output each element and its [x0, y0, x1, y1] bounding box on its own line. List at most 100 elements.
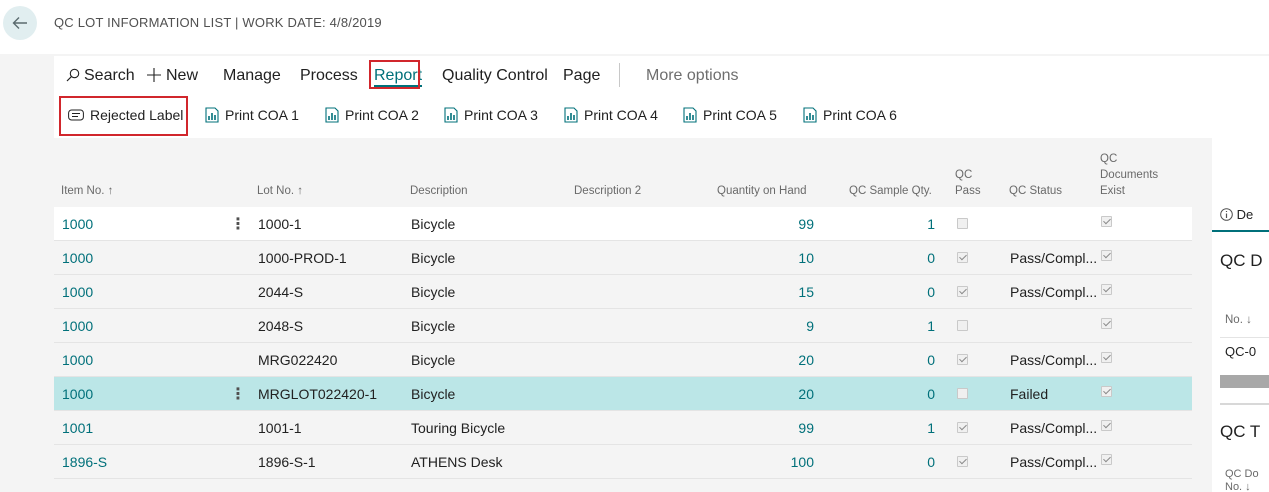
column-header-description-2[interactable]: Description 2 [574, 183, 641, 199]
print-coa-3-action[interactable]: Print COA 3 [444, 107, 538, 123]
report-icon [444, 107, 458, 123]
item-no-cell[interactable]: 1000 [62, 352, 93, 368]
qc-documents-exist-checkbox[interactable] [1101, 318, 1112, 329]
print-coa-5-action[interactable]: Print COA 5 [683, 107, 777, 123]
quantity-on-hand-cell[interactable]: 100 [714, 454, 814, 470]
table-row[interactable]: 1001 1001-1 Touring Bicycle 99 1 Pass/Compl..… [54, 411, 1192, 445]
manage-menu[interactable]: Manage [223, 67, 281, 85]
qc-sample-qty-cell[interactable]: 0 [834, 454, 935, 470]
factbox-first-value[interactable]: QC-0 [1225, 344, 1256, 359]
qc-sample-qty-cell[interactable]: 0 [834, 386, 935, 402]
qc-status-cell: Failed [1010, 386, 1049, 402]
info-icon [1220, 208, 1233, 221]
qc-documents-exist-checkbox[interactable] [1101, 420, 1112, 431]
qc-sample-qty-cell[interactable]: 1 [834, 216, 935, 232]
item-no-cell[interactable]: 1000 [62, 318, 93, 334]
column-header-lot-no[interactable]: Lot No. ↑ [257, 183, 303, 199]
qc-sample-qty-cell[interactable]: 0 [834, 352, 935, 368]
item-no-cell[interactable]: 1000 [62, 216, 93, 232]
qc-pass-checkbox[interactable] [957, 422, 968, 433]
qc-status-cell: Pass/Compl... [1010, 454, 1098, 470]
factbox-pane: De QC D No. ↓ QC-0 QC T QC Do No. ↓ [1212, 138, 1269, 492]
label-icon [68, 109, 84, 121]
quantity-on-hand-cell[interactable]: 20 [714, 386, 814, 402]
description-cell: Bicycle [411, 250, 456, 266]
table-row[interactable]: 1000 ⋮ MRGLOT022420-1 Bicycle 20 0 Failed [54, 377, 1192, 411]
print-coa-5-label: Print COA 5 [703, 107, 777, 123]
table-row[interactable]: 1896-S 1896-S-1 ATHENS Desk 100 0 Pass/Compl.… [54, 445, 1192, 479]
column-header-description[interactable]: Description [410, 183, 468, 199]
description-cell: Bicycle [411, 318, 456, 334]
column-header-item-no[interactable]: Item No. ↑ [61, 183, 113, 199]
print-coa-4-action[interactable]: Print COA 4 [564, 107, 658, 123]
column-header-qc-pass[interactable]: QC Pass [955, 167, 981, 199]
column-header-qc-sample-qty[interactable]: QC Sample Qty. [849, 183, 932, 199]
column-header-qc-status[interactable]: QC Status [1009, 183, 1062, 199]
factbox-details-tab[interactable]: De [1220, 207, 1253, 222]
action-bar: Search New Manage Process Report Quality… [54, 56, 1269, 138]
quantity-on-hand-cell[interactable]: 9 [714, 318, 814, 334]
row-actions-icon[interactable]: ⋮ [230, 384, 246, 404]
report-icon [325, 107, 339, 123]
item-no-cell[interactable]: 1896-S [62, 454, 107, 470]
item-no-cell[interactable]: 1000 [62, 284, 93, 300]
qc-status-cell: Pass/Compl... [1010, 284, 1098, 300]
more-options-menu[interactable]: More options [646, 67, 739, 85]
table-row[interactable]: 1000 2044-S Bicycle 15 0 Pass/Compl... [54, 275, 1192, 309]
new-action[interactable]: New [147, 67, 198, 85]
qc-sample-qty-cell[interactable]: 1 [834, 318, 935, 334]
qc-pass-checkbox[interactable] [957, 218, 968, 229]
rejected-label-action[interactable]: Rejected Label [68, 107, 183, 123]
quantity-on-hand-cell[interactable]: 15 [714, 284, 814, 300]
quality-control-menu[interactable]: Quality Control [442, 67, 548, 85]
table-row[interactable]: 1000 MRG022420 Bicycle 20 0 Pass/Compl... [54, 343, 1192, 377]
qc-sample-qty-cell[interactable]: 0 [834, 284, 935, 300]
print-coa-2-action[interactable]: Print COA 2 [325, 107, 419, 123]
column-header-quantity-on-hand[interactable]: Quantity on Hand [717, 183, 807, 199]
factbox-section-qc-tests-title: QC T [1220, 422, 1261, 441]
column-header-qc-docs-line3: Exist [1100, 185, 1125, 197]
arrow-left-icon [12, 17, 27, 29]
process-menu[interactable]: Process [300, 67, 358, 85]
table-row[interactable]: 1000 1000-PROD-1 Bicycle 10 0 Pass/Compl... [54, 241, 1192, 275]
quantity-on-hand-cell[interactable]: 99 [714, 420, 814, 436]
qc-pass-checkbox[interactable] [957, 388, 968, 399]
lot-no-cell: 1000-PROD-1 [258, 250, 347, 266]
qc-documents-exist-checkbox[interactable] [1101, 386, 1112, 397]
quantity-on-hand-cell[interactable]: 99 [714, 216, 814, 232]
item-no-cell[interactable]: 1001 [62, 420, 93, 436]
row-actions-icon[interactable]: ⋮ [230, 214, 246, 234]
search-action[interactable]: Search [66, 67, 135, 85]
item-no-cell[interactable]: 1000 [62, 386, 93, 402]
quantity-on-hand-cell[interactable]: 10 [714, 250, 814, 266]
qc-status-cell: Pass/Compl... [1010, 250, 1098, 266]
print-coa-1-action[interactable]: Print COA 1 [205, 107, 299, 123]
search-label: Search [84, 67, 135, 84]
factbox-details-label: De [1236, 207, 1254, 222]
item-no-cell[interactable]: 1000 [62, 250, 93, 266]
qc-pass-checkbox[interactable] [957, 456, 968, 467]
qc-pass-checkbox[interactable] [957, 354, 968, 365]
lot-no-cell: MRGLOT022420-1 [258, 386, 378, 402]
print-coa-6-action[interactable]: Print COA 6 [803, 107, 897, 123]
qc-documents-exist-checkbox[interactable] [1101, 352, 1112, 363]
column-header-qc-documents-exist[interactable]: QC Documents Exist [1100, 151, 1158, 199]
qc-sample-qty-cell[interactable]: 1 [834, 420, 935, 436]
new-label: New [166, 67, 199, 84]
page-menu[interactable]: Page [563, 67, 600, 85]
qc-documents-exist-checkbox[interactable] [1101, 250, 1112, 261]
qc-pass-checkbox[interactable] [957, 320, 968, 331]
quantity-on-hand-cell[interactable]: 20 [714, 352, 814, 368]
qc-sample-qty-cell[interactable]: 0 [834, 250, 935, 266]
qc-documents-exist-checkbox[interactable] [1101, 284, 1112, 295]
table-row[interactable]: 1000 2048-S Bicycle 9 1 [54, 309, 1192, 343]
qc-pass-checkbox[interactable] [957, 252, 968, 263]
qc-pass-checkbox[interactable] [957, 286, 968, 297]
table-row[interactable]: 1000 ⋮ 1000-1 Bicycle 99 1 [54, 207, 1192, 241]
factbox-scrollbar[interactable] [1220, 375, 1269, 388]
print-coa-6-label: Print COA 6 [823, 107, 897, 123]
back-button[interactable] [3, 6, 37, 40]
factbox-no-header[interactable]: No. ↓ [1225, 314, 1252, 326]
qc-documents-exist-checkbox[interactable] [1101, 216, 1112, 227]
qc-documents-exist-checkbox[interactable] [1101, 454, 1112, 465]
